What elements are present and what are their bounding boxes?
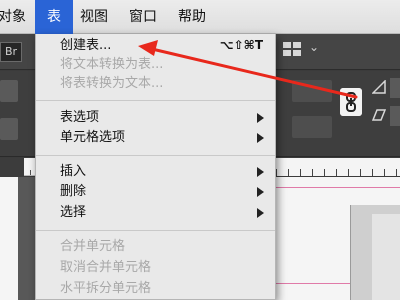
menu-item-label: 将文本转换为表... (60, 57, 164, 72)
menu-separator (36, 155, 275, 156)
menu-item-label: 表选项 (60, 110, 100, 125)
menu-item-split-cell-horizontally: 水平拆分单元格 (36, 279, 275, 298)
shear-icon (372, 109, 386, 121)
menu-item-select[interactable]: 选择 (36, 203, 275, 222)
menu-item-label: 插入 (60, 164, 87, 179)
menu-separator (36, 100, 275, 101)
toolbar-input[interactable] (390, 78, 400, 98)
document-page (0, 177, 18, 300)
menu-item-table-options[interactable]: 表选项 (36, 108, 275, 127)
link-chain-icon[interactable] (340, 88, 362, 116)
toolbar-control-group[interactable] (292, 80, 332, 102)
menu-window[interactable]: 窗口 (129, 0, 169, 34)
submenu-arrow-icon (257, 113, 264, 123)
menu-bar: 对象 表 视图 窗口 帮助 (0, 0, 400, 34)
menu-item-label: 删除 (60, 184, 87, 199)
layout-grid-icon[interactable] (283, 42, 301, 56)
ruler-corner (0, 158, 24, 176)
menu-item-convert-text-to-table: 将文本转换为表... (36, 55, 275, 74)
menu-object[interactable]: 对象 (0, 0, 30, 34)
menu-item-label: 合并单元格 (60, 239, 126, 254)
menu-item-cell-options[interactable]: 单元格选项 (36, 128, 275, 147)
menu-item-label: 单元格选项 (60, 130, 126, 145)
bridge-badge[interactable]: Br (0, 42, 22, 62)
menu-item-unmerge-cells: 取消合并单元格 (36, 258, 275, 277)
menu-item-label: 水平拆分单元格 (60, 281, 152, 296)
menu-item-merge-cells: 合并单元格 (36, 237, 275, 256)
menu-item-label: 选择 (60, 205, 87, 220)
toolbar-field[interactable] (0, 118, 18, 140)
horizontal-ruler-right (276, 158, 400, 176)
menu-table[interactable]: 表 (35, 0, 73, 34)
page-frame-inner (372, 214, 400, 300)
menu-item-create-table[interactable]: 创建表... ⌥⇧⌘T (36, 36, 275, 55)
menu-item-shortcut: ⌥⇧⌘T (219, 38, 263, 52)
menu-view[interactable]: 视图 (80, 0, 120, 34)
menu-item-convert-table-to-text: 将表转换为文本... (36, 74, 275, 93)
menu-item-insert[interactable]: 插入 (36, 162, 275, 181)
menu-separator (36, 230, 275, 231)
chevron-down-icon[interactable]: ⌄ (309, 40, 319, 54)
submenu-arrow-icon (257, 187, 264, 197)
angle-icon (372, 80, 386, 94)
menu-help[interactable]: 帮助 (178, 0, 218, 34)
submenu-arrow-icon (257, 208, 264, 218)
margin-guide (276, 187, 400, 188)
submenu-arrow-icon (257, 133, 264, 143)
menu-item-label: 将表转换为文本... (60, 76, 164, 91)
menu-item-label: 创建表... (60, 38, 112, 53)
submenu-arrow-icon (257, 167, 264, 177)
menu-item-label: 取消合并单元格 (60, 260, 152, 275)
table-menu-dropdown: 创建表... ⌥⇧⌘T 将文本转换为表... 将表转换为文本... 表选项 单元… (35, 34, 276, 300)
toolbar-input[interactable] (390, 106, 400, 126)
toolbar-field[interactable] (0, 80, 18, 102)
menu-item-delete[interactable]: 删除 (36, 182, 275, 201)
toolbar-control-group[interactable] (292, 116, 332, 138)
